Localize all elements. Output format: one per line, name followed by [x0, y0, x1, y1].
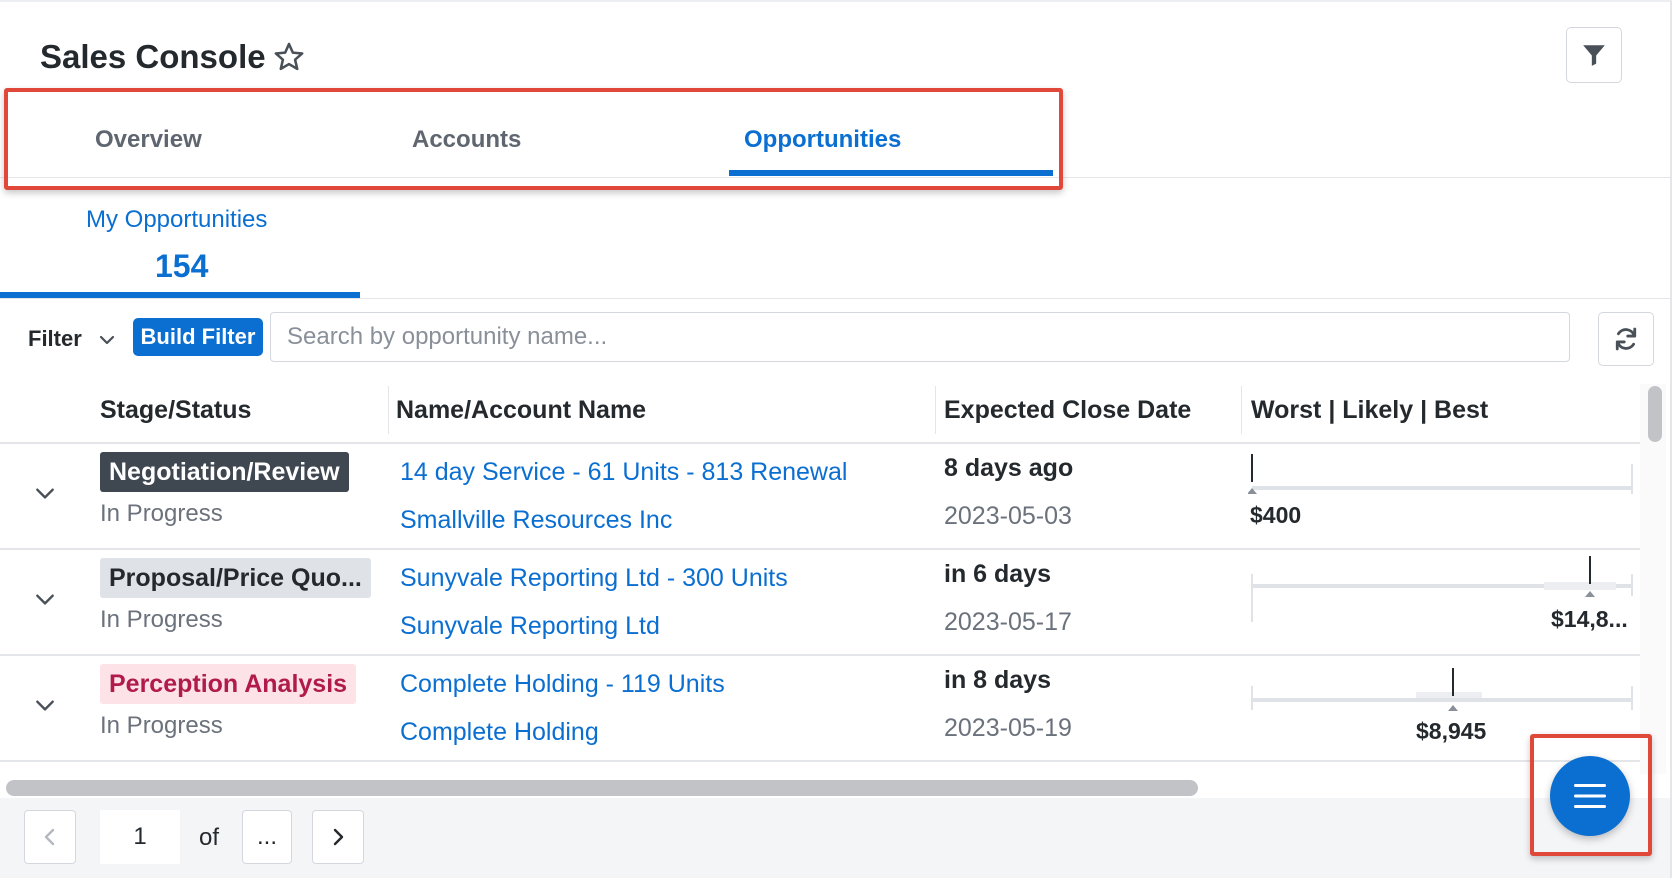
total-pages-button[interactable]: ... — [242, 810, 292, 864]
forecast-range: $14,8... — [1248, 556, 1638, 646]
page-title: Sales Console — [40, 38, 266, 75]
filter-dropdown-label[interactable]: Filter — [28, 326, 82, 352]
stage-badge: Negotiation/Review — [100, 452, 349, 492]
table-row: Perception Analysis In Progress Complete… — [0, 656, 1640, 760]
forecast-pointer — [1585, 591, 1595, 597]
refresh-icon — [1615, 327, 1637, 351]
funnel-icon — [1583, 45, 1605, 66]
account-name-link[interactable]: Smallville Resources Inc — [400, 506, 672, 535]
forecast-value: $400 — [1250, 502, 1302, 528]
column-header-stage[interactable]: Stage/Status — [100, 396, 251, 425]
action-menu-highlight-box — [1530, 734, 1652, 856]
forecast-value: $14,8... — [1551, 606, 1628, 632]
chevron-down-icon[interactable] — [34, 482, 56, 504]
column-divider — [1241, 386, 1242, 434]
vertical-scrollbar-thumb[interactable] — [1648, 386, 1662, 442]
status-text: In Progress — [100, 712, 223, 739]
row-divider — [0, 760, 1640, 762]
close-date: 2023-05-19 — [944, 714, 1072, 742]
column-divider — [935, 386, 936, 434]
close-date: 2023-05-03 — [944, 502, 1072, 530]
relative-close-date: 8 days ago — [944, 454, 1074, 482]
divider — [0, 298, 1672, 299]
account-name-link[interactable]: Complete Holding — [400, 718, 599, 747]
vertical-scrollbar[interactable] — [1640, 384, 1666, 774]
table-row: Proposal/Price Quo... In Progress Sunyva… — [0, 550, 1640, 654]
previous-page-button[interactable] — [24, 810, 76, 864]
column-divider — [388, 386, 389, 434]
status-text: In Progress — [100, 606, 223, 633]
chevron-down-icon[interactable] — [34, 694, 56, 716]
table-row: Negotiation/Review In Progress 14 day Se… — [0, 444, 1640, 548]
tabs-highlight-box — [4, 88, 1063, 190]
close-date: 2023-05-17 — [944, 608, 1072, 636]
chevron-down-icon[interactable] — [34, 588, 56, 610]
my-opportunities-count[interactable]: 154 — [155, 248, 208, 285]
forecast-likely-band — [1416, 692, 1482, 698]
chevron-down-icon[interactable] — [97, 330, 117, 350]
forecast-pointer — [1448, 705, 1458, 711]
column-header-forecast[interactable]: Worst | Likely | Best — [1251, 396, 1488, 425]
account-name-link[interactable]: Sunyvale Reporting Ltd — [400, 612, 660, 641]
filter-button[interactable] — [1566, 27, 1622, 83]
refresh-button[interactable] — [1598, 312, 1654, 366]
chevron-right-icon — [333, 828, 344, 846]
forecast-range-chart — [1247, 454, 1633, 494]
next-page-button[interactable] — [312, 810, 364, 864]
status-text: In Progress — [100, 500, 223, 527]
forecast-range: $400 — [1247, 450, 1638, 540]
chevron-left-icon — [44, 828, 55, 846]
page-of-label: of — [199, 824, 220, 851]
opportunity-name-link[interactable]: 14 day Service - 61 Units - 813 Renewal — [400, 458, 847, 487]
my-opportunities-label[interactable]: My Opportunities — [86, 206, 267, 234]
relative-close-date: in 8 days — [944, 666, 1051, 694]
page-number-input[interactable]: 1 — [100, 810, 180, 864]
star-icon[interactable] — [272, 40, 306, 74]
stage-badge: Proposal/Price Quo... — [100, 558, 371, 598]
build-filter-button[interactable]: Build Filter — [133, 318, 263, 356]
forecast-value: $8,945 — [1416, 718, 1487, 744]
opportunity-name-link[interactable]: Sunyvale Reporting Ltd - 300 Units — [400, 564, 788, 593]
opportunity-name-link[interactable]: Complete Holding - 119 Units — [400, 670, 725, 699]
horizontal-scrollbar-thumb[interactable] — [6, 780, 1198, 796]
column-header-name[interactable]: Name/Account Name — [396, 396, 646, 425]
search-input[interactable] — [270, 312, 1570, 362]
column-header-close-date[interactable]: Expected Close Date — [944, 396, 1191, 425]
forecast-likely-band — [1544, 582, 1616, 590]
relative-close-date: in 6 days — [944, 560, 1051, 588]
stage-badge: Perception Analysis — [100, 664, 357, 704]
